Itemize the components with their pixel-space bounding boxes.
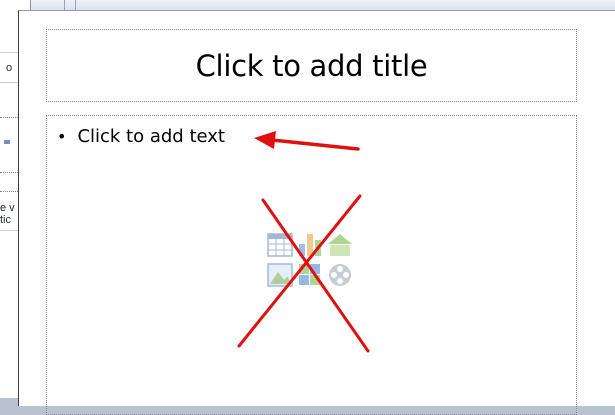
insert-smartart-icon[interactable] <box>328 234 352 256</box>
background-text: tic <box>0 214 11 226</box>
insert-table-icon[interactable] <box>267 233 293 257</box>
background-text: e v <box>0 202 15 214</box>
insert-chart-icon[interactable] <box>299 234 321 256</box>
content-placeholder-text: Click to add text <box>77 126 225 147</box>
content-placeholder[interactable]: • Click to add text <box>46 115 577 415</box>
background-text: o <box>6 62 13 74</box>
insert-media-icon[interactable] <box>329 264 351 286</box>
content-insert-icons <box>267 233 352 287</box>
insert-picture-icon[interactable] <box>267 263 293 287</box>
title-placeholder-text: Click to add title <box>195 48 428 83</box>
bullet-item[interactable]: • Click to add text <box>57 126 225 147</box>
title-placeholder[interactable]: Click to add title <box>46 29 577 102</box>
bullet-icon: • <box>57 127 67 146</box>
slide-canvas: Click to add title • Click to add text <box>18 10 615 415</box>
thumbnail-icon <box>4 140 10 144</box>
insert-clipart-icon[interactable] <box>299 264 320 285</box>
